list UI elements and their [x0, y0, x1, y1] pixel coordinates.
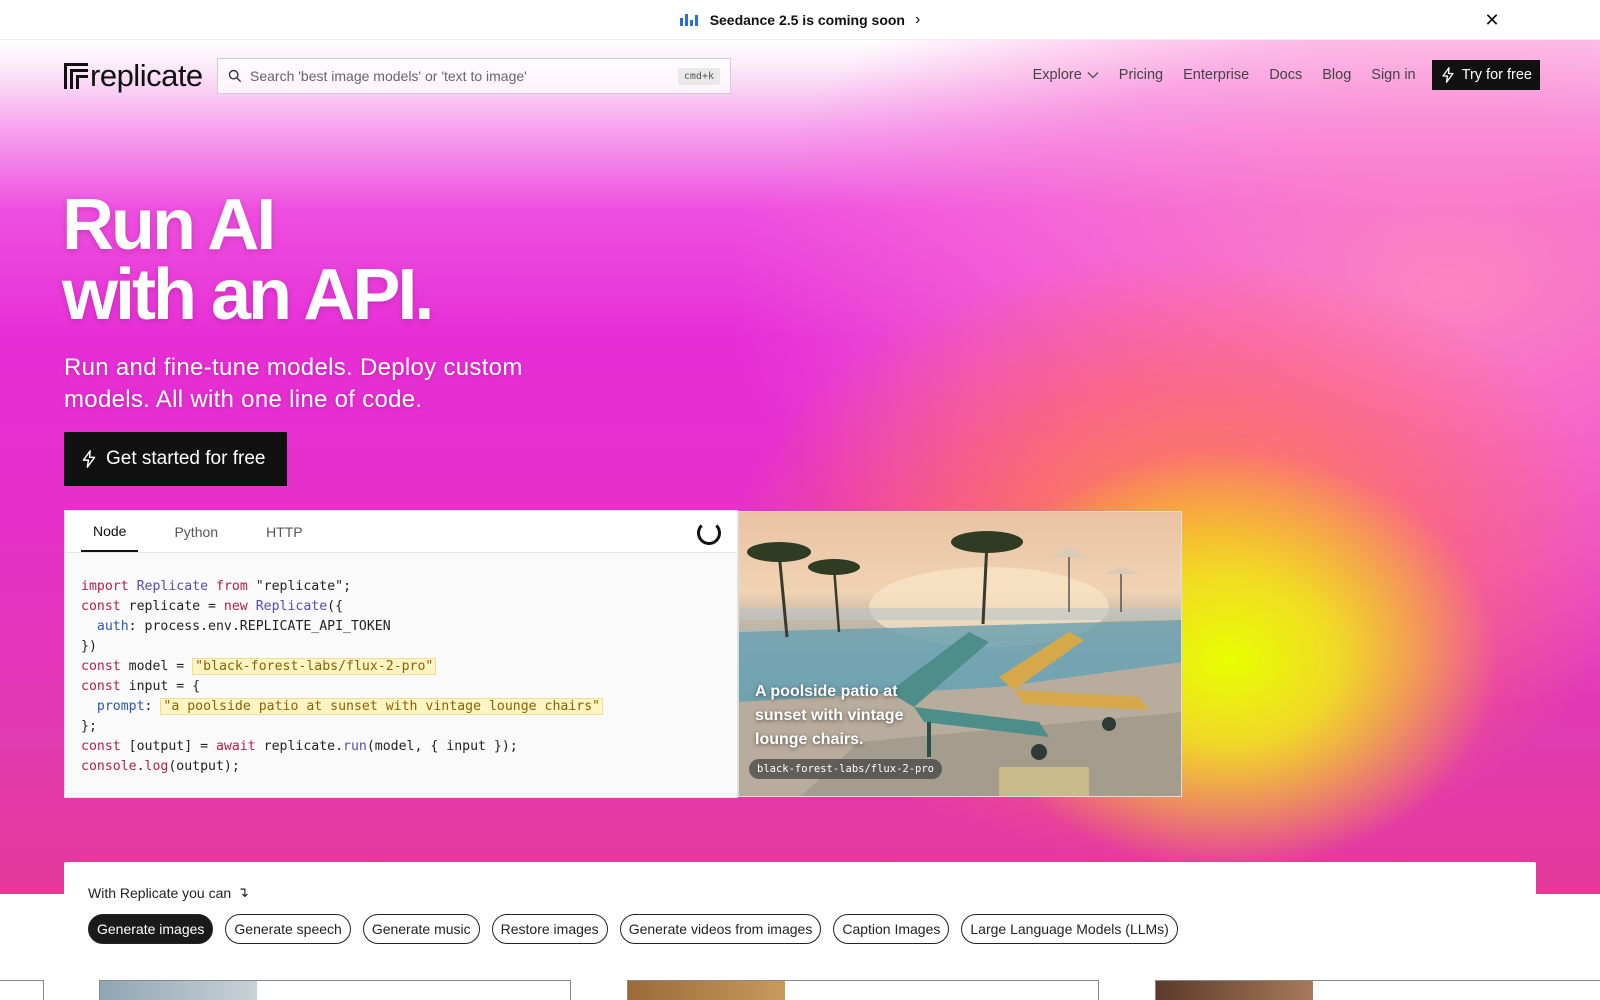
code-token: [output] = [120, 739, 216, 754]
code-token: from [216, 579, 248, 594]
model-card[interactable] [99, 980, 571, 1000]
nav-pricing[interactable]: Pricing [1119, 67, 1163, 83]
announcement-bar[interactable]: Seedance 2.5 is coming soon › ✕ [0, 0, 1600, 40]
code-token: await [215, 739, 256, 754]
code-token: prompt [96, 699, 145, 714]
headline-line-1: Run AI [62, 185, 276, 265]
nav-menu: Explore Pricing Enterprise Docs Blog Sig… [1033, 60, 1540, 90]
code-token: new [223, 599, 248, 614]
code-token: replicate = [120, 599, 224, 614]
top-nav: replicate cmd+k Explore Pricing Enterpri… [0, 40, 1600, 112]
chevron-right-icon: › [914, 10, 921, 28]
search-box[interactable]: cmd+k [217, 58, 731, 94]
announcement-text[interactable]: Seedance 2.5 is coming soon [710, 12, 905, 28]
capability-pills: Generate images Generate speech Generate… [88, 914, 1190, 944]
get-started-button[interactable]: Get started for free [64, 432, 287, 486]
code-token: const [81, 679, 121, 694]
model-card[interactable] [0, 980, 44, 1000]
get-started-label: Get started for free [106, 448, 266, 469]
code-token: Replicate [255, 599, 328, 614]
pill-caption-images[interactable]: Caption Images [833, 914, 950, 944]
search-input[interactable] [250, 68, 678, 84]
bar-chart-icon [679, 13, 698, 26]
code-token: : process.env.REPLICATE_API_TOKEN [128, 619, 391, 634]
code-token: }) [81, 639, 97, 654]
image-caption: A poolside patio at sunset with vintage … [755, 683, 904, 748]
pill-generate-speech[interactable]: Generate speech [225, 914, 351, 944]
try-for-free-button[interactable]: Try for free [1431, 60, 1540, 90]
code-token: (output); [168, 759, 240, 774]
capabilities-title-text: With Replicate you can [88, 884, 232, 901]
code-token: log [144, 759, 169, 774]
pill-llms[interactable]: Large Language Models (LLMs) [961, 914, 1178, 944]
headline-line-2: with an API. [62, 255, 434, 335]
code-token: ({ [327, 599, 344, 614]
code-token: model = [120, 659, 193, 674]
code-token: replicate. [255, 739, 344, 754]
nav-explore-label: Explore [1032, 67, 1082, 83]
prompt-string: "a poolside patio at sunset with vintage… [160, 698, 604, 715]
pill-generate-images[interactable]: Generate images [88, 914, 214, 944]
pill-generate-music[interactable]: Generate music [362, 914, 480, 944]
replicate-logo-icon [64, 63, 88, 89]
loading-spinner-icon [697, 521, 721, 545]
model-card-thumbnail [1156, 981, 1313, 1000]
search-icon [228, 69, 242, 83]
shortcut-badge: cmd+k [677, 67, 720, 85]
lightning-icon [82, 450, 96, 468]
lightning-icon [1441, 67, 1454, 83]
code-token: }; [81, 719, 97, 734]
code-tabs: Node Python HTTP [65, 511, 737, 553]
nav-sign-in[interactable]: Sign in [1371, 67, 1415, 83]
try-button-label: Try for free [1461, 67, 1532, 83]
tab-python[interactable]: Python [162, 511, 230, 552]
code-token: . [136, 759, 145, 774]
hero-subhead: Run and fine-tune models. Deploy custom … [64, 354, 523, 413]
model-tag[interactable]: black-forest-labs/flux-2-pro [749, 759, 943, 779]
code-block: import Replicate from "replicate"; const… [65, 553, 737, 801]
code-token: Replicate [136, 579, 209, 594]
model-card[interactable] [1155, 980, 1600, 1000]
hero-headline: Run AI with an API. [62, 185, 434, 335]
code-token: auth [96, 619, 129, 634]
nav-blog[interactable]: Blog [1322, 67, 1351, 83]
logo[interactable]: replicate [64, 58, 203, 94]
pill-generate-videos[interactable]: Generate videos from images [619, 914, 822, 944]
pill-restore-images[interactable]: Restore images [491, 914, 608, 944]
model-card-strip [0, 980, 1600, 1000]
code-token: import [81, 579, 129, 594]
model-card[interactable] [627, 980, 1099, 1000]
code-token: const [81, 659, 121, 674]
code-token: const [81, 739, 121, 754]
generated-image-preview[interactable]: A poolside patio at sunset with vintage … [738, 511, 1182, 797]
code-token: "replicate" [255, 579, 344, 594]
logo-text: replicate [90, 58, 203, 93]
model-string: "black-forest-labs/flux-2-pro" [192, 658, 437, 675]
close-icon[interactable]: ✕ [1480, 8, 1504, 32]
tab-node[interactable]: Node [81, 511, 139, 552]
tab-http[interactable]: HTTP [254, 511, 315, 552]
nav-explore[interactable]: Explore [1033, 67, 1099, 83]
model-card-thumbnail [628, 981, 785, 1000]
chevron-down-icon [1087, 72, 1099, 79]
code-token: console [81, 759, 137, 774]
poolside-image [739, 531, 1181, 796]
code-token: (model, { input }); [366, 739, 518, 754]
code-token: input = { [120, 679, 201, 694]
code-token: run [343, 739, 367, 754]
capabilities-title: With Replicate you can ↴ [88, 884, 249, 901]
nav-docs[interactable]: Docs [1269, 67, 1302, 83]
code-token: ; [343, 579, 352, 594]
model-card-thumbnail [100, 981, 257, 1000]
code-example-panel: Node Python HTTP import Replicate from "… [64, 510, 738, 798]
code-token: const [81, 599, 121, 614]
nav-enterprise[interactable]: Enterprise [1183, 67, 1249, 83]
arrow-down-right-icon: ↴ [237, 884, 249, 900]
